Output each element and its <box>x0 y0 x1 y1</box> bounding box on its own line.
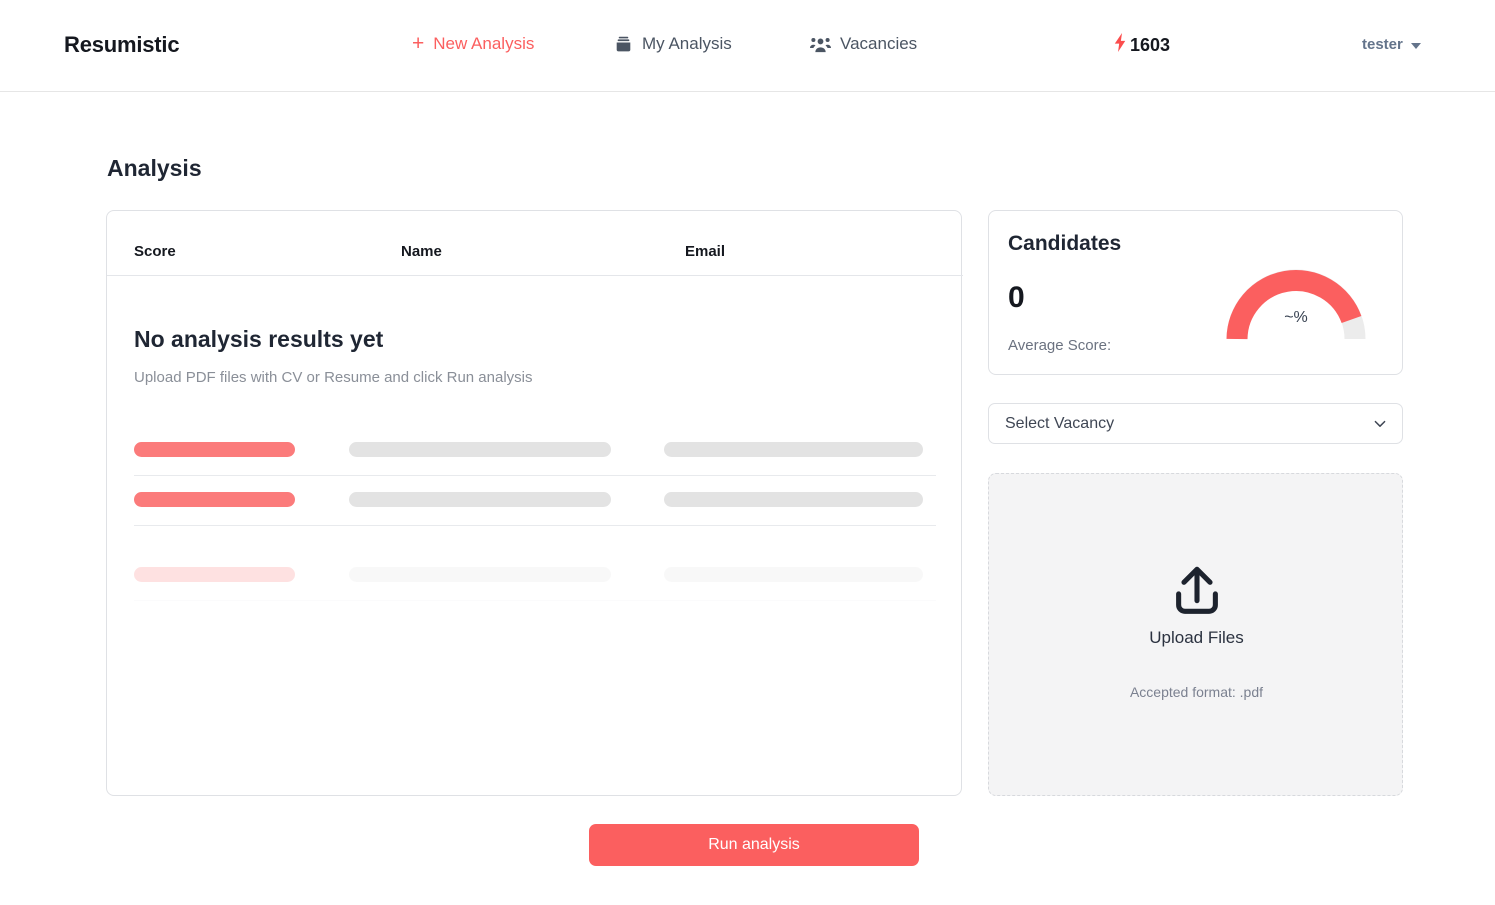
vacancy-select-value: Select Vacancy <box>1005 415 1115 432</box>
nav-item-my-analysis[interactable]: My Analysis <box>614 34 732 54</box>
candidates-card: Candidates 0 Average Score: ~% <box>988 210 1403 375</box>
chevron-down-icon <box>1410 42 1421 49</box>
candidates-count: 0 <box>1008 281 1025 314</box>
upload-accepted-format-note: Accepted format: .pdf <box>1129 684 1264 700</box>
average-score-gauge <box>1226 269 1366 340</box>
lightning-bolt-icon <box>1112 33 1129 57</box>
nav-item-vacancies[interactable]: Vacancies <box>810 34 917 54</box>
run-analysis-button[interactable]: Run analysis <box>589 824 919 866</box>
page-title: Analysis <box>107 155 202 181</box>
table-row <box>134 551 936 601</box>
chevron-down-icon <box>1374 420 1386 427</box>
users-group-icon <box>810 35 831 54</box>
app-brand-logo[interactable]: Resumistic <box>64 32 180 58</box>
upload-icon <box>1175 566 1218 614</box>
upload-dropzone[interactable]: Upload Files Accepted format: .pdf <box>988 473 1403 796</box>
skeleton-score-bar <box>134 492 295 507</box>
upload-dropzone-inner: Upload Files <box>989 562 1404 648</box>
plus-icon: + <box>412 31 425 55</box>
candidates-title: Candidates <box>1008 232 1122 255</box>
credits-value: 1603 <box>1130 34 1171 55</box>
gauge-value-label: ~% <box>1284 309 1308 326</box>
nav-item-vacancies-label: Vacancies <box>840 34 918 53</box>
skeleton-score-bar <box>134 567 295 582</box>
nav-item-new-analysis[interactable]: + New Analysis <box>412 31 535 55</box>
vacancy-select[interactable]: Select Vacancy <box>988 403 1403 444</box>
top-navbar: Resumistic + New Analysis My Analysis Va… <box>0 0 1495 92</box>
table-row <box>134 426 936 476</box>
skeleton-score-bar <box>134 442 295 457</box>
archive-box-icon <box>614 35 633 54</box>
empty-state-subtitle: Upload PDF files with CV or Resume and c… <box>134 369 533 386</box>
column-header-email: Email <box>685 243 726 260</box>
analysis-results-card: Score Name Email No analysis results yet… <box>106 210 963 796</box>
column-header-name: Name <box>401 243 442 260</box>
skeleton-email-bar <box>664 567 923 582</box>
user-menu-label: tester <box>1362 36 1403 53</box>
skeleton-email-bar <box>664 442 923 457</box>
empty-state-title: No analysis results yet <box>134 326 384 352</box>
nav-item-my-analysis-label: My Analysis <box>642 34 732 53</box>
user-menu[interactable]: tester <box>1362 36 1421 53</box>
skeleton-name-bar <box>349 567 611 582</box>
nav-item-new-analysis-label: New Analysis <box>433 34 535 53</box>
results-table-header: Score Name Email <box>107 211 963 276</box>
skeleton-name-bar <box>349 492 611 507</box>
upload-dropzone-label: Upload Files <box>1149 628 1244 647</box>
credits-badge[interactable]: 1603 <box>1112 33 1170 57</box>
average-score-label: Average Score: <box>1008 337 1112 354</box>
skeleton-email-bar <box>664 492 923 507</box>
table-row <box>134 476 936 526</box>
skeleton-name-bar <box>349 442 611 457</box>
column-header-score: Score <box>134 243 176 260</box>
